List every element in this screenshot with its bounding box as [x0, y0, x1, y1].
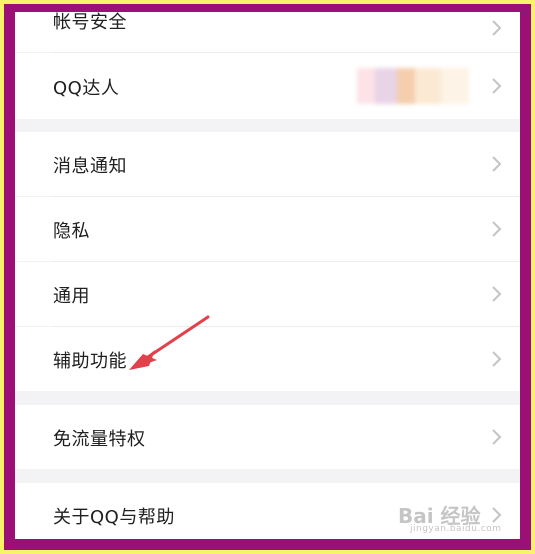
- settings-item-label: 消息通知: [53, 156, 127, 177]
- daren-badge-image: [357, 68, 469, 104]
- chevron-right-icon: [488, 349, 504, 369]
- chevron-right-icon: [488, 427, 504, 447]
- settings-item-label: 隐私: [53, 221, 90, 242]
- annotation-arrow-icon: [129, 315, 210, 370]
- settings-item-account-security[interactable]: 帐号安全: [15, 12, 520, 52]
- settings-item-label: 免流量特权: [53, 429, 146, 450]
- settings-item-label: 辅助功能: [53, 351, 127, 372]
- settings-item-general[interactable]: 通用: [15, 262, 520, 326]
- chevron-right-icon: [488, 18, 504, 38]
- chevron-right-icon: [488, 284, 504, 304]
- settings-item-accessibility[interactable]: 辅助功能: [15, 327, 520, 391]
- chevron-right-icon: [488, 154, 504, 174]
- settings-item-free-data[interactable]: 免流量特权: [15, 405, 520, 469]
- watermark: Bai 经验 jingyan.baidu.com: [398, 500, 518, 536]
- chevron-right-icon: [488, 76, 504, 96]
- settings-item-qq-daren[interactable]: QQ达人: [15, 53, 520, 119]
- settings-item-label: QQ达人: [53, 78, 120, 99]
- settings-item-label: 关于QQ与帮助: [53, 507, 175, 528]
- settings-item-label: 通用: [53, 286, 90, 307]
- settings-item-privacy[interactable]: 隐私: [15, 197, 520, 261]
- settings-item-label: 帐号安全: [53, 12, 127, 33]
- settings-screen: 帐号安全 QQ达人 消息通知 隐私 通用 辅助功能 免流量特权 关于QQ与帮助 …: [15, 12, 520, 539]
- watermark-url: jingyan.baidu.com: [410, 524, 502, 534]
- chevron-right-icon: [488, 219, 504, 239]
- settings-item-notifications[interactable]: 消息通知: [15, 132, 520, 196]
